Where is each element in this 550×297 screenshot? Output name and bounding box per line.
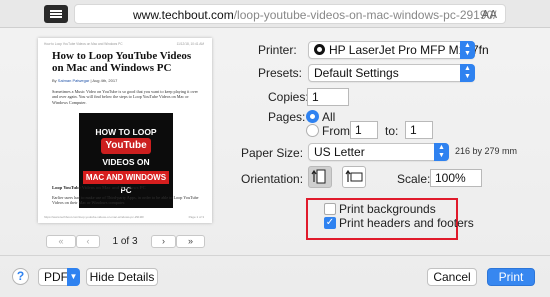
chevron-updown-icon: ▲ ▼: [460, 64, 475, 82]
print-button[interactable]: Print: [487, 268, 535, 286]
from-page-field[interactable]: 1: [350, 121, 378, 139]
address-bar[interactable]: www.techbout.com/loop-youtube-videos-on-…: [74, 4, 506, 24]
last-page-button[interactable]: »: [176, 235, 205, 248]
hide-details-button[interactable]: Hide Details: [86, 268, 158, 286]
paper-size-select[interactable]: US Letter ▲ ▼: [308, 143, 449, 161]
cancel-button[interactable]: Cancel: [427, 268, 477, 286]
printer-icon: [314, 44, 325, 55]
copies-label: Copies:: [268, 90, 309, 104]
preview-footer: https://www.techbout.com/loop-youtube-vi…: [44, 215, 204, 219]
preview-body: Earlier users had to make use of Third-p…: [52, 195, 199, 206]
page-indicator: 1 of 3: [112, 236, 138, 247]
printer-label: Printer:: [258, 43, 297, 57]
presets-label: Presets:: [258, 66, 303, 80]
printer-select[interactable]: HP LaserJet Pro MFP M127fn ▲ ▼: [308, 41, 489, 59]
presets-select[interactable]: Default Settings ▲ ▼: [308, 64, 475, 82]
print-headers-footers-checkbox[interactable]: ✓: [324, 217, 336, 229]
first-page-button[interactable]: «: [46, 235, 76, 248]
print-headers-footers-label: Print headers and footers: [339, 216, 474, 230]
chevron-updown-icon: ▲ ▼: [434, 143, 449, 161]
next-page-button[interactable]: ›: [151, 235, 176, 248]
paper-size-label: Paper Size:: [241, 146, 304, 160]
portrait-orientation-button[interactable]: [308, 166, 332, 188]
preview-intro: Sometimes a Music Video on YouTube is so…: [52, 89, 198, 105]
reader-aa-icon[interactable]: AA: [482, 8, 497, 21]
paper-dimensions: 216 by 279 mm: [455, 146, 518, 156]
landscape-orientation-button[interactable]: [342, 166, 366, 188]
previous-page-button[interactable]: ‹: [76, 235, 100, 248]
pages-label: Pages:: [268, 110, 306, 124]
preview-title: How to Loop YouTube Videos on Mac and Wi…: [52, 50, 192, 74]
url-text: www.techbout.com/loop-youtube-videos-on-…: [133, 8, 497, 22]
portrait-icon: [311, 169, 326, 184]
scale-field[interactable]: 100%: [430, 169, 482, 187]
pages-all-label: All: [322, 110, 336, 124]
sidebar-icon[interactable]: [44, 5, 68, 23]
print-preview-page: How to Loop YouTube Videos on Mac and Wi…: [38, 38, 212, 223]
pages-from-label: From:: [322, 124, 354, 138]
pages-to-label: to:: [385, 124, 399, 138]
preview-byline: By Salman Patwegar | Aug 4th, 2017: [52, 78, 118, 83]
youtube-logo: YouTube: [101, 138, 151, 154]
help-button[interactable]: ?: [12, 268, 29, 285]
print-backgrounds-label: Print backgrounds: [339, 202, 436, 216]
print-backgrounds-checkbox[interactable]: [324, 203, 336, 215]
to-page-field[interactable]: 1: [405, 121, 433, 139]
landscape-icon: [345, 169, 363, 182]
pdf-menu-button[interactable]: PDF ▼: [38, 268, 80, 286]
scale-label: Scale:: [397, 172, 431, 186]
pages-all-radio[interactable]: [306, 110, 319, 123]
orientation-label: Orientation:: [241, 172, 304, 186]
chevron-down-icon: ▼: [67, 268, 80, 286]
browser-toolbar: www.techbout.com/loop-youtube-videos-on-…: [0, 0, 550, 28]
preview-header: How to Loop YouTube Videos on Mac and Wi…: [44, 42, 204, 46]
pages-range-radio[interactable]: [306, 124, 319, 137]
preview-thumbnail: HOW TO LOOP YouTube VIDEOS ON MAC AND WI…: [79, 113, 173, 208]
footer-divider: [0, 255, 550, 256]
chevron-updown-icon: ▲ ▼: [460, 41, 475, 59]
preview-subheading: Loop YouTube Videos on Mac and Windows P…: [52, 185, 146, 190]
copies-field[interactable]: 1: [307, 88, 349, 106]
